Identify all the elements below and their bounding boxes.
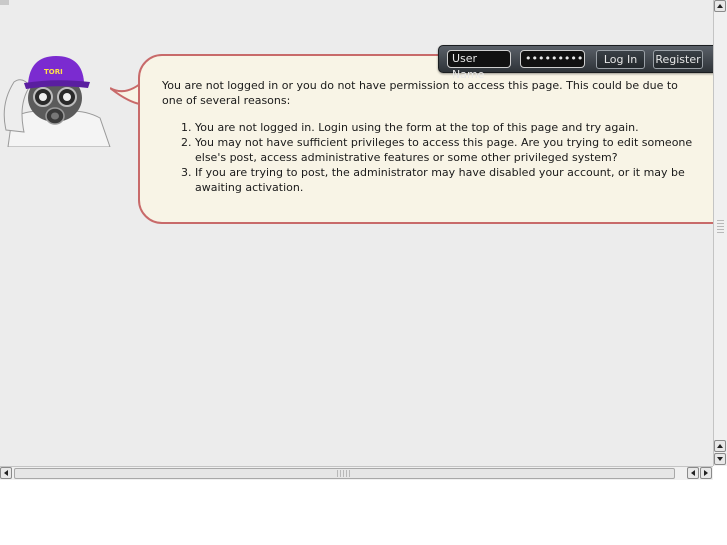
login-bar: User Name ••••••••• Log In Register	[438, 45, 713, 81]
vertical-scroll-grip[interactable]	[717, 220, 724, 234]
horizontal-scrollbar[interactable]	[0, 466, 713, 480]
vertical-scrollbar[interactable]	[713, 0, 727, 466]
page-viewport: TORI You are not logged in or you do not…	[0, 0, 713, 466]
error-intro: You are not logged in or you do not have…	[162, 79, 678, 107]
arrow-down-icon	[717, 457, 723, 461]
cap-text: TORI	[44, 68, 63, 76]
reason-item: You are not logged in. Login using the f…	[195, 120, 697, 135]
arrow-up-icon	[717, 444, 723, 448]
register-button[interactable]: Register	[653, 50, 703, 69]
scroll-up-button[interactable]	[714, 0, 726, 12]
message-bubble: You are not logged in or you do not have…	[138, 54, 713, 224]
login-button[interactable]: Log In	[596, 50, 645, 69]
error-message: You are not logged in or you do not have…	[162, 78, 697, 195]
password-input[interactable]: •••••••••	[520, 50, 585, 68]
scroll-left-button-right[interactable]	[687, 467, 699, 479]
corner-marker	[0, 0, 9, 5]
scroll-right-button[interactable]	[700, 467, 712, 479]
horizontal-scroll-grip[interactable]	[337, 470, 351, 477]
username-input[interactable]: User Name	[447, 50, 511, 81]
arrow-up-icon	[717, 4, 723, 8]
reason-item: If you are trying to post, the administr…	[195, 165, 697, 195]
scroll-up-button-lower[interactable]	[714, 440, 726, 452]
arrow-left-icon	[691, 470, 695, 476]
gasmask-mascot-image: TORI	[3, 56, 111, 147]
reason-list: You are not logged in. Login using the f…	[195, 120, 697, 195]
arrow-left-icon	[4, 470, 8, 476]
reason-item: You may not have sufficient privileges t…	[195, 135, 697, 165]
scroll-down-button[interactable]	[714, 453, 726, 465]
arrow-right-icon	[704, 470, 708, 476]
scroll-left-button[interactable]	[0, 467, 12, 479]
